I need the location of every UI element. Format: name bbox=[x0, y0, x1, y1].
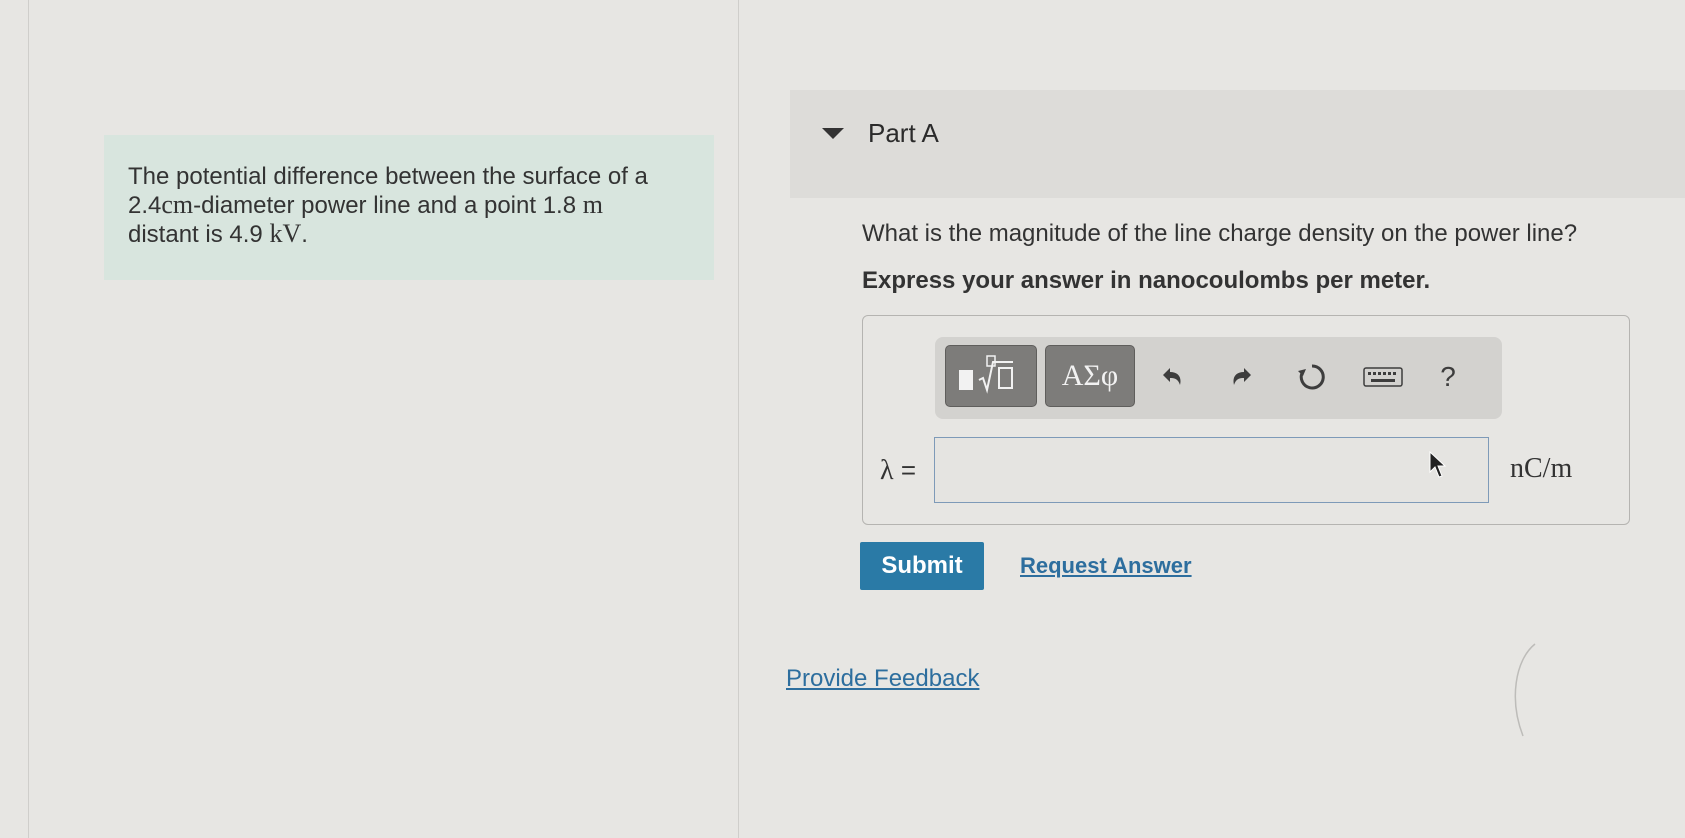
reset-icon[interactable] bbox=[1292, 357, 1332, 397]
units-label: nC/m bbox=[1510, 453, 1573, 484]
request-answer-link[interactable]: Request Answer bbox=[1020, 553, 1192, 579]
distance-unit: m bbox=[582, 190, 603, 219]
undo-icon[interactable] bbox=[1152, 357, 1192, 397]
submit-button[interactable]: Submit bbox=[860, 542, 984, 590]
problem-statement: The potential difference between the sur… bbox=[104, 135, 714, 280]
pen-mark-decoration bbox=[1514, 643, 1536, 737]
templates-button[interactable] bbox=[945, 345, 1037, 407]
problem-text-end: . bbox=[301, 221, 308, 248]
problem-text-3: distant is bbox=[128, 221, 230, 248]
mouse-pointer-icon bbox=[1429, 450, 1447, 478]
left-margin-line bbox=[28, 0, 29, 838]
problem-text-1: The potential difference between the sur… bbox=[128, 163, 648, 190]
answer-input[interactable] bbox=[934, 437, 1489, 503]
symbols-button[interactable]: ΑΣφ bbox=[1045, 345, 1135, 407]
lambda-symbol: λ bbox=[880, 455, 894, 486]
equals-sign: = bbox=[900, 455, 916, 485]
provide-feedback-link[interactable]: Provide Feedback bbox=[786, 665, 979, 693]
voltage-unit: kV bbox=[269, 219, 302, 248]
diameter-value: 2.4 bbox=[128, 192, 162, 219]
keyboard-icon[interactable] bbox=[1361, 357, 1405, 397]
voltage-value: 4.9 bbox=[229, 221, 263, 248]
part-title: Part A bbox=[868, 118, 939, 148]
distance-value: 1.8 bbox=[542, 192, 577, 219]
collapse-caret-icon[interactable] bbox=[822, 128, 844, 139]
column-divider bbox=[738, 0, 739, 838]
answer-label: λ = bbox=[880, 455, 916, 487]
templates-sqrt-icon bbox=[959, 355, 1013, 394]
question-text: What is the magnitude of the line charge… bbox=[862, 220, 1578, 247]
diameter-unit: cm bbox=[161, 190, 194, 219]
math-toolbar: ΑΣφ ? bbox=[935, 337, 1502, 419]
problem-text-2: -diameter power line and a point bbox=[193, 192, 543, 219]
redo-icon[interactable] bbox=[1222, 357, 1262, 397]
instruction-text: Express your answer in nanocoulombs per … bbox=[862, 267, 1431, 294]
help-button[interactable]: ? bbox=[1428, 357, 1468, 397]
